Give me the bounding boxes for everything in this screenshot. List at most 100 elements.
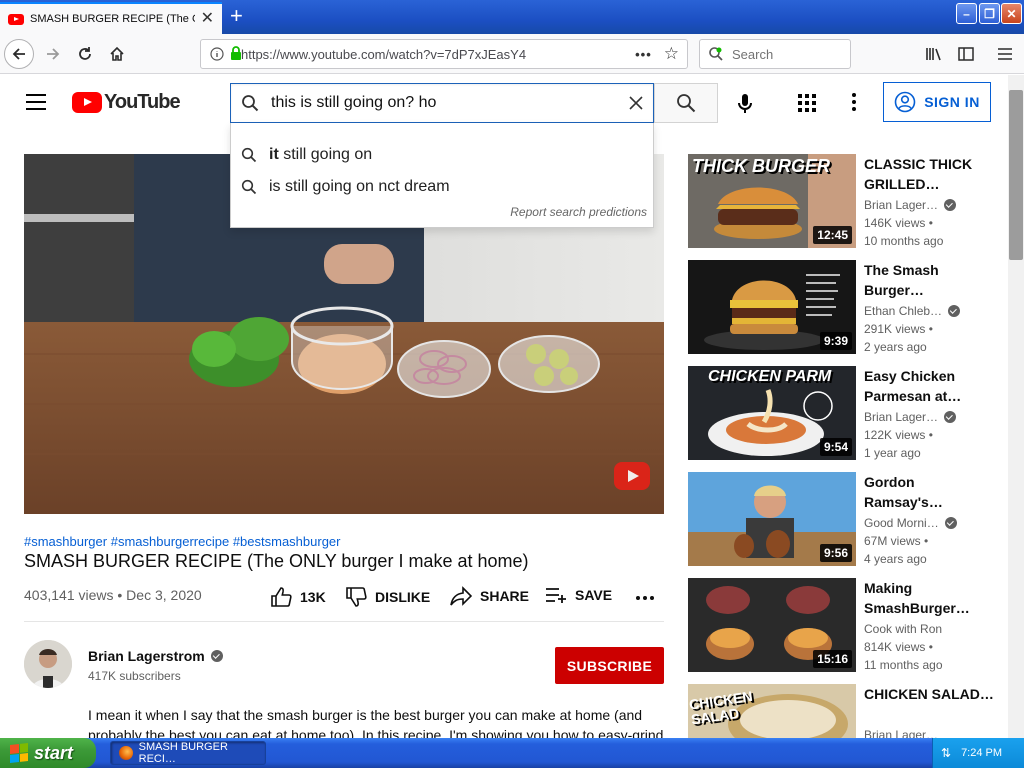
clear-search-icon[interactable] <box>629 96 643 110</box>
recommended-video-title[interactable]: Making SmashBurger… <box>864 578 994 618</box>
back-arrow-icon <box>12 48 25 60</box>
page-actions-icon[interactable]: ••• <box>635 47 652 62</box>
video-thumbnail[interactable]: THICK BURGER 12:45 <box>688 154 856 248</box>
video-thumbnail[interactable]: 9:56 <box>688 472 856 566</box>
thumbs-up-icon <box>271 587 292 607</box>
recommended-video[interactable]: THICK BURGER 12:45 CLASSIC THICK GRILLED… <box>688 154 1008 250</box>
browser-tab-active[interactable]: SMASH BURGER RECIPE (The ONLY ✕ <box>0 2 222 34</box>
share-icon <box>450 586 472 606</box>
recommended-views: 67M views • <box>864 534 929 548</box>
thumbnail-caption: THICK BURGER <box>692 156 830 176</box>
recommended-video[interactable]: 15:16 Making SmashBurger… Cook with Ron … <box>688 578 1008 674</box>
tab-close-icon[interactable]: ✕ <box>201 11 214 27</box>
recommended-views: 814K views • <box>864 640 933 654</box>
channel-name[interactable]: Brian Lagerstrom <box>88 648 223 664</box>
youtube-play-logo-icon <box>72 92 102 113</box>
sign-in-label: SIGN IN <box>924 94 980 110</box>
url-text: https://www.youtube.com/watch?v=7dP7xJEa… <box>241 46 527 62</box>
youtube-logo[interactable]: YouTube <box>72 91 181 114</box>
like-button[interactable]: 13K <box>270 586 326 608</box>
recommended-video[interactable]: CHICKEN SALAD CHICKEN SALAD… Brian Lager… <box>688 684 1008 738</box>
search-query-text: this is still going on? ho <box>271 94 437 111</box>
network-tray-icon[interactable]: ⇅ <box>941 746 951 760</box>
suggestion-bold-text: it <box>269 146 279 163</box>
recommended-channel[interactable]: Ethan Chleb… <box>864 304 961 318</box>
taskbar-window-button[interactable]: SMASH BURGER RECI… <box>110 741 266 765</box>
recommended-channel[interactable]: Good Morni… <box>864 516 957 530</box>
recommended-video-title[interactable]: Gordon Ramsay's… <box>864 472 994 512</box>
windows-flag-icon <box>10 743 28 763</box>
suggestion-item[interactable]: it still going on <box>241 141 372 169</box>
recommended-video-title[interactable]: CHICKEN SALAD… <box>864 684 994 704</box>
recommended-channel[interactable]: Brian Lager… <box>864 410 957 424</box>
hamburger-menu-icon <box>998 48 1012 60</box>
video-duration: 9:56 <box>819 544 852 562</box>
voice-search-button[interactable] <box>736 93 754 115</box>
channel-avatar-image <box>24 640 72 688</box>
windows-taskbar: start SMASH BURGER RECI… ⇅ 7:24 PM <box>0 738 1024 768</box>
recommended-channel[interactable]: Brian Lager… <box>864 728 938 738</box>
scrollbar-thumb[interactable] <box>1009 90 1023 260</box>
start-button[interactable]: start <box>0 738 96 768</box>
video-hashtags[interactable]: #smashburger #smashburgerrecipe #bestsma… <box>24 534 341 549</box>
address-bar[interactable]: https://www.youtube.com/watch?v=7dP7xJEa… <box>200 39 688 69</box>
verified-badge-icon <box>948 305 961 317</box>
dislike-button[interactable]: DISLIKE <box>345 586 430 608</box>
sidebar-toggle-button[interactable] <box>951 39 981 69</box>
more-horizontal-icon <box>636 596 654 600</box>
new-tab-icon[interactable]: + <box>230 4 243 28</box>
recommended-channel[interactable]: Cook with Ron <box>864 622 942 636</box>
like-count: 13K <box>300 589 326 605</box>
close-window-button[interactable]: ✕ <box>1001 3 1022 24</box>
guide-menu-icon[interactable] <box>26 94 46 112</box>
video-thumbnail[interactable]: CHICKEN SALAD <box>688 684 856 738</box>
recommended-video-title[interactable]: The Smash Burger… <box>864 260 994 300</box>
restore-window-button[interactable]: ❐ <box>979 3 1000 24</box>
bookmark-star-icon[interactable]: ☆ <box>664 44 679 64</box>
youtube-search-button[interactable] <box>654 83 718 123</box>
home-button[interactable] <box>102 39 132 69</box>
youtube-search-input[interactable]: this is still going on? ho <box>230 83 654 123</box>
verified-badge-icon <box>210 650 223 662</box>
tab-title: SMASH BURGER RECIPE (The ONLY <box>30 13 195 25</box>
info-icon[interactable] <box>210 47 224 61</box>
recommended-video[interactable]: 9:56 Gordon Ramsay's… Good Morni… 67M vi… <box>688 472 1008 568</box>
apps-grid-icon <box>798 94 816 112</box>
video-thumbnail[interactable]: CHICKEN PARM 9:54 <box>688 366 856 460</box>
recommended-channel-name: Brian Lager… <box>864 728 939 738</box>
youtube-apps-button[interactable] <box>798 94 816 112</box>
share-button[interactable]: SHARE <box>450 586 529 606</box>
account-circle-icon <box>894 91 916 113</box>
browser-toolbar: https://www.youtube.com/watch?v=7dP7xJEa… <box>0 34 1024 74</box>
subscribe-button[interactable]: SUBSCRIBE <box>555 647 664 684</box>
youtube-watermark-icon[interactable] <box>614 462 650 490</box>
recommended-video[interactable]: CHICKEN PARM 9:54 Easy Chicken Parmesan … <box>688 366 1008 462</box>
video-thumbnail[interactable]: 15:16 <box>688 578 856 672</box>
thumbs-down-icon <box>346 587 367 607</box>
recommended-video[interactable]: 9:39 The Smash Burger… Ethan Chleb… 291K… <box>688 260 1008 356</box>
reload-button[interactable] <box>70 39 100 69</box>
back-button[interactable] <box>4 39 34 69</box>
app-menu-button[interactable] <box>990 39 1020 69</box>
more-actions-button[interactable] <box>636 596 654 600</box>
search-suggestions-dropdown: it still going on is still going on nct … <box>230 123 654 228</box>
recommended-video-title[interactable]: CLASSIC THICK GRILLED… <box>864 154 994 194</box>
recommended-video-title[interactable]: Easy Chicken Parmesan at… <box>864 366 994 406</box>
recommended-channel[interactable]: Brian Lager… <box>864 198 957 212</box>
sidebar-icon <box>958 47 974 61</box>
forward-button[interactable] <box>38 39 68 69</box>
channel-avatar[interactable] <box>24 640 72 688</box>
sign-in-button[interactable]: SIGN IN <box>883 82 991 122</box>
save-button[interactable]: SAVE <box>545 586 612 604</box>
settings-more-button[interactable] <box>852 93 856 111</box>
minimize-window-button[interactable]: – <box>956 3 977 24</box>
video-thumbnail[interactable]: 9:39 <box>688 260 856 354</box>
browser-search-box[interactable]: Search <box>699 39 851 69</box>
video-duration: 9:39 <box>819 332 852 350</box>
report-search-predictions-link[interactable]: Report search predictions <box>510 205 647 219</box>
search-icon <box>241 179 257 195</box>
youtube-favicon-icon <box>8 13 24 25</box>
suggestion-item[interactable]: is still going on nct dream <box>241 173 450 201</box>
video-title: SMASH BURGER RECIPE (The ONLY burger I m… <box>24 551 529 571</box>
library-button[interactable] <box>919 39 949 69</box>
